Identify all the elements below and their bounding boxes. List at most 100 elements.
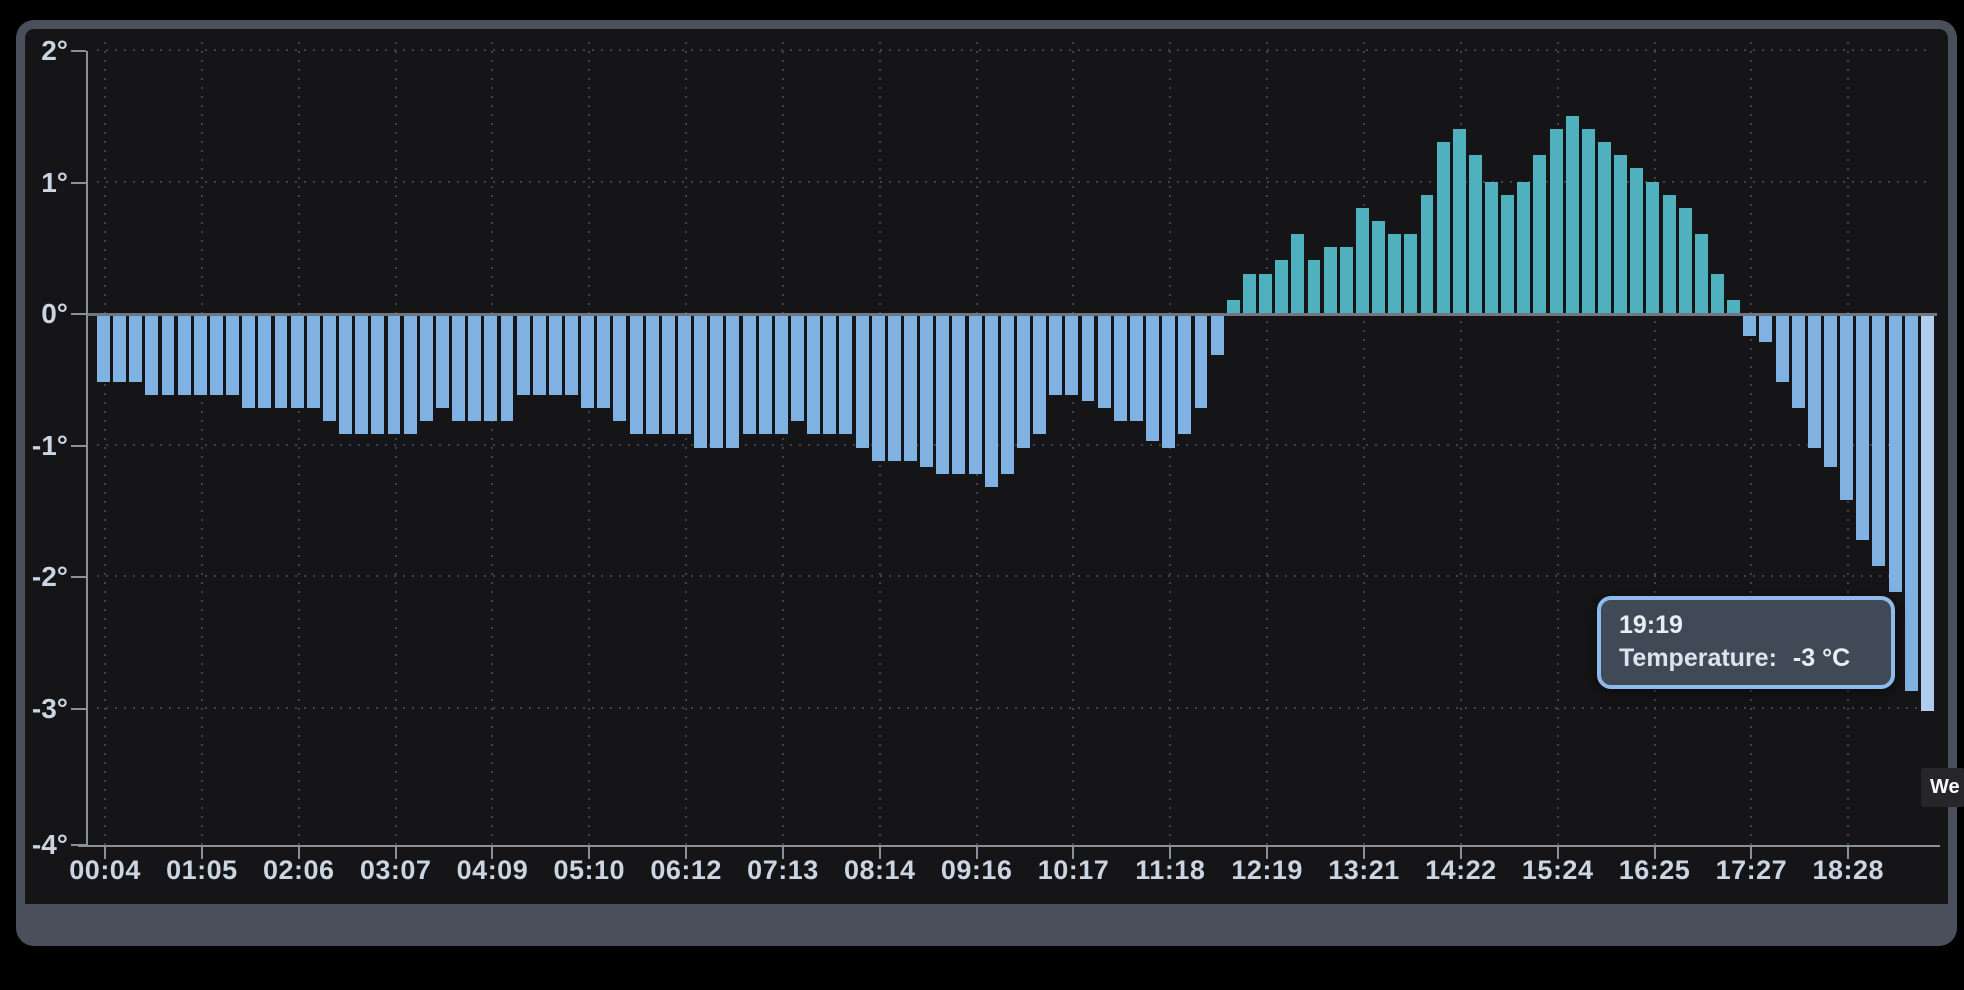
temperature-bar[interactable] <box>920 316 934 468</box>
temperature-bar[interactable] <box>1662 194 1676 313</box>
temperature-bar[interactable] <box>581 316 595 409</box>
temperature-bar[interactable] <box>193 316 207 395</box>
temperature-bar[interactable] <box>516 316 530 395</box>
temperature-bar[interactable] <box>161 316 175 395</box>
temperature-bar[interactable] <box>339 316 353 435</box>
temperature-bar[interactable] <box>1759 316 1773 343</box>
temperature-bar[interactable] <box>290 316 304 409</box>
temperature-bar[interactable] <box>1501 194 1515 313</box>
temperature-bar[interactable] <box>710 316 724 448</box>
temperature-bar[interactable] <box>226 316 240 395</box>
temperature-bar[interactable] <box>145 316 159 395</box>
temperature-bar[interactable] <box>548 316 562 395</box>
temperature-bar[interactable] <box>1775 316 1789 382</box>
temperature-bar[interactable] <box>1372 220 1386 313</box>
temperature-bar[interactable] <box>209 316 223 395</box>
temperature-bar[interactable] <box>984 316 998 487</box>
temperature-bar[interactable] <box>1711 273 1724 313</box>
temperature-bar[interactable] <box>1840 316 1854 501</box>
temperature-bar[interactable] <box>1210 316 1224 356</box>
temperature-bar[interactable] <box>306 316 320 409</box>
temperature-bar[interactable] <box>1694 234 1708 313</box>
temperature-bar[interactable] <box>1920 316 1934 711</box>
temperature-bar[interactable] <box>1581 128 1595 313</box>
temperature-bar[interactable] <box>1468 155 1482 313</box>
temperature-bar[interactable] <box>1017 316 1030 448</box>
temperature-bar[interactable] <box>1113 316 1127 422</box>
temperature-bar[interactable] <box>1307 260 1321 313</box>
temperature-bar[interactable] <box>1856 316 1870 540</box>
temperature-bar[interactable] <box>484 316 498 422</box>
temperature-bar[interactable] <box>1291 234 1305 313</box>
temperature-bar[interactable] <box>1065 316 1079 395</box>
temperature-bar[interactable] <box>1452 128 1466 313</box>
temperature-bar[interactable] <box>1194 316 1208 409</box>
temperature-bar[interactable] <box>1646 181 1660 313</box>
temperature-bar[interactable] <box>371 316 385 435</box>
temperature-bar[interactable] <box>1888 316 1902 593</box>
temperature-bar[interactable] <box>887 316 901 461</box>
temperature-bar[interactable] <box>1549 128 1563 313</box>
temperature-bar[interactable] <box>791 316 804 422</box>
temperature-bar[interactable] <box>419 316 433 422</box>
temperature-bar[interactable] <box>387 316 401 435</box>
temperature-bar[interactable] <box>936 316 950 474</box>
temperature-bar[interactable] <box>113 316 127 382</box>
temperature-bar[interactable] <box>435 316 449 409</box>
temperature-bar[interactable] <box>839 316 853 435</box>
temperature-bar[interactable] <box>1355 207 1369 313</box>
temperature-bar[interactable] <box>1436 142 1450 313</box>
temperature-bar[interactable] <box>629 316 643 435</box>
temperature-bar[interactable] <box>403 316 417 435</box>
temperature-bar[interactable] <box>855 316 869 448</box>
temperature-bar[interactable] <box>1000 316 1014 474</box>
temperature-bar[interactable] <box>274 316 288 409</box>
temperature-bar[interactable] <box>1049 316 1063 395</box>
temperature-bar[interactable] <box>1614 155 1628 313</box>
temperature-bar[interactable] <box>258 316 272 409</box>
temperature-bar[interactable] <box>452 316 466 422</box>
temperature-bar[interactable] <box>1388 234 1402 313</box>
temperature-bar[interactable] <box>1259 273 1273 313</box>
temperature-bar[interactable] <box>1727 299 1741 313</box>
temperature-bar[interactable] <box>1162 316 1176 448</box>
temperature-bar[interactable] <box>1339 247 1353 313</box>
temperature-bar[interactable] <box>242 316 256 409</box>
temperature-bar[interactable] <box>355 316 369 435</box>
temperature-bar[interactable] <box>1178 316 1192 435</box>
temperature-bar[interactable] <box>97 316 110 382</box>
temperature-bar[interactable] <box>1146 316 1160 441</box>
temperature-bar[interactable] <box>322 316 336 422</box>
temperature-bar[interactable] <box>952 316 966 474</box>
temperature-bar[interactable] <box>500 316 514 422</box>
temperature-bar[interactable] <box>1630 168 1644 313</box>
temperature-bar[interactable] <box>1807 316 1821 448</box>
temperature-bar[interactable] <box>1129 316 1143 422</box>
temperature-bar[interactable] <box>597 316 611 409</box>
temperature-bar[interactable] <box>1323 247 1337 313</box>
temperature-bar[interactable] <box>678 316 691 435</box>
temperature-bar[interactable] <box>758 316 772 435</box>
temperature-bar[interactable] <box>661 316 675 435</box>
temperature-bar[interactable] <box>177 316 191 395</box>
temperature-bar[interactable] <box>823 316 837 435</box>
temperature-bar[interactable] <box>807 316 821 435</box>
temperature-bar[interactable] <box>968 316 982 474</box>
temperature-bar[interactable] <box>1678 207 1692 313</box>
temperature-bar[interactable] <box>1598 142 1611 313</box>
temperature-bar[interactable] <box>1565 115 1579 313</box>
temperature-bar[interactable] <box>645 316 659 435</box>
temperature-bar[interactable] <box>1743 316 1757 336</box>
temperature-bar[interactable] <box>1872 316 1886 566</box>
temperature-bar[interactable] <box>1904 316 1918 691</box>
temperature-bar[interactable] <box>1081 316 1095 402</box>
temperature-bar[interactable] <box>1275 260 1289 313</box>
temperature-bar[interactable] <box>774 316 788 435</box>
temperature-bar[interactable] <box>742 316 756 435</box>
temperature-bar[interactable] <box>904 316 917 461</box>
temperature-bar[interactable] <box>1517 181 1531 313</box>
temperature-bar[interactable] <box>871 316 885 461</box>
temperature-bar[interactable] <box>1404 234 1418 313</box>
temperature-bar[interactable] <box>694 316 708 448</box>
temperature-bar[interactable] <box>1097 316 1111 409</box>
